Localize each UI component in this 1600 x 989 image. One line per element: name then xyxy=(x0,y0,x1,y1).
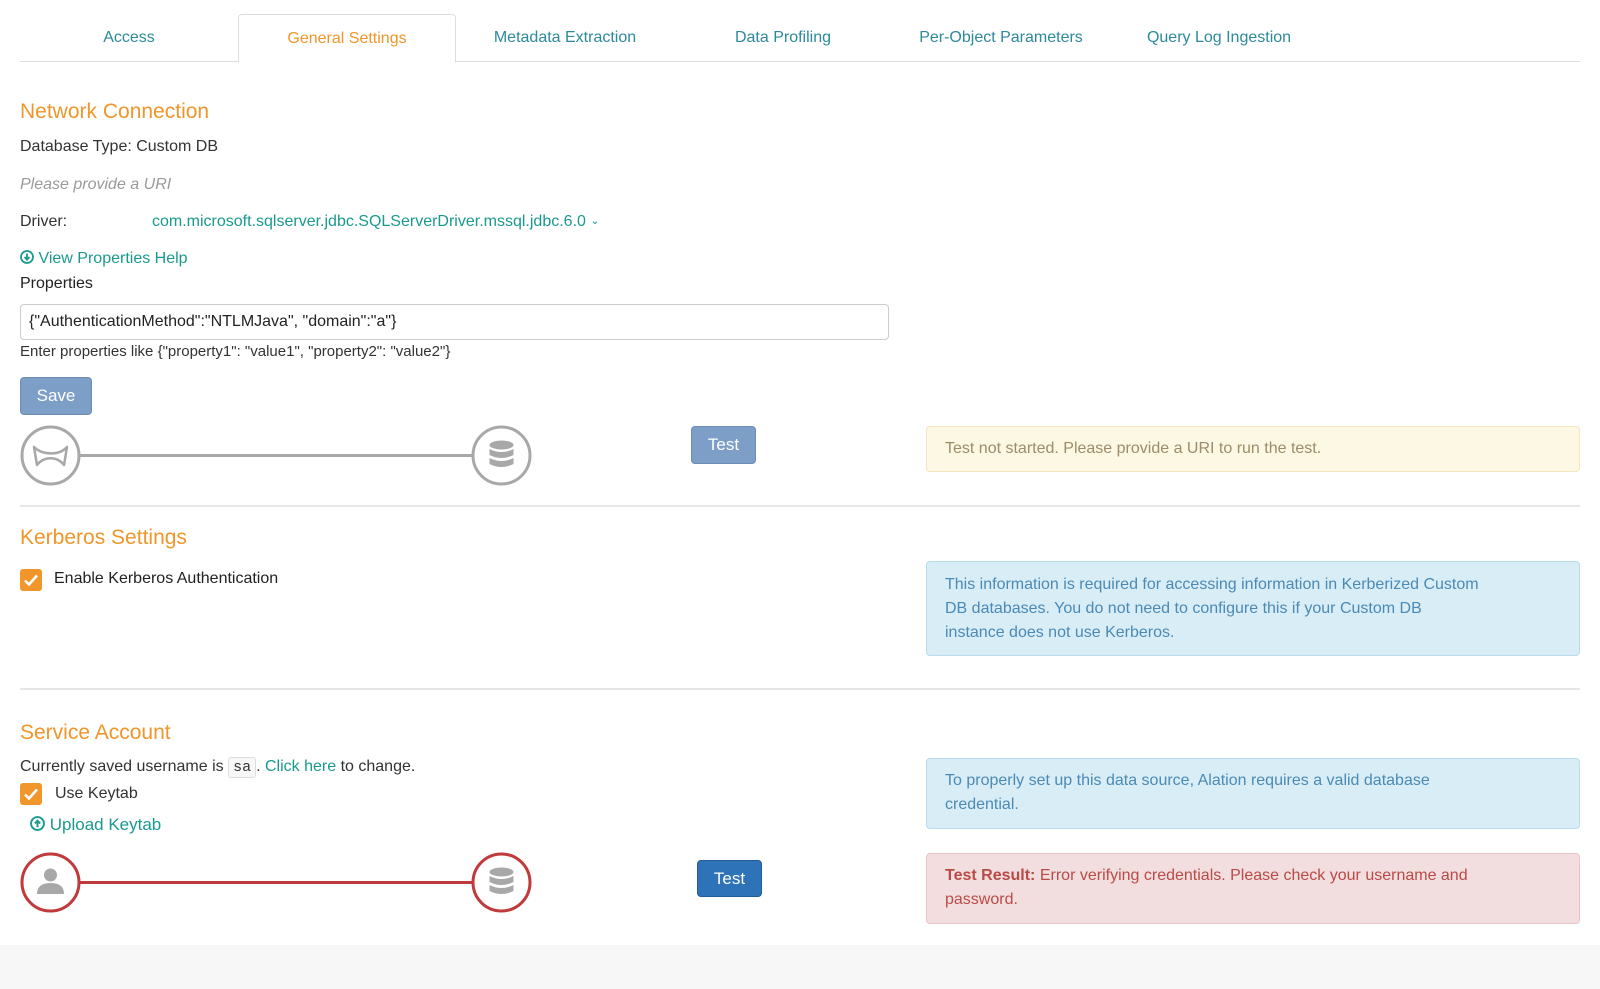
footer-area xyxy=(0,945,1600,989)
tab-per-object-parameters[interactable]: Per-Object Parameters xyxy=(892,14,1110,62)
credential-line xyxy=(78,881,474,884)
service-account-info-line-1: To properly set up this data source, Ala… xyxy=(945,772,1430,789)
tab-access[interactable]: Access xyxy=(20,14,238,62)
uri-placeholder-text: Please provide a URI xyxy=(20,176,172,193)
chevron-down-icon: ⌄ xyxy=(590,215,600,227)
tab-metadata-extraction[interactable]: Metadata Extraction xyxy=(456,14,674,62)
username-value: sa xyxy=(228,757,257,778)
enable-kerberos-label: Enable Kerberos Authentication xyxy=(54,570,279,587)
service-account-info-box: To properly set up this data source, Ala… xyxy=(926,758,1580,829)
network-test-button[interactable]: Test xyxy=(691,426,756,464)
kerberos-info-line-1: This information is required for accessi… xyxy=(945,576,1479,593)
database-type-text: Database Type: Custom DB xyxy=(20,138,219,155)
view-properties-help-label: View Properties Help xyxy=(38,250,188,267)
connection-line xyxy=(78,454,474,457)
properties-input[interactable] xyxy=(20,304,889,340)
download-circle-icon xyxy=(20,250,34,264)
user-icon xyxy=(20,852,81,913)
use-keytab-checkbox[interactable] xyxy=(20,783,42,805)
kerberos-settings-title: Kerberos Settings xyxy=(20,526,187,549)
test-result-box: Test Result: Error verifying credentials… xyxy=(926,853,1580,924)
tab-data-profiling[interactable]: Data Profiling xyxy=(674,14,892,62)
network-icon xyxy=(20,425,81,486)
saved-username-text: Currently saved username is sa. Click he… xyxy=(20,757,416,778)
upload-circle-icon xyxy=(30,816,45,831)
service-account-info-line-2: credential. xyxy=(945,796,1019,813)
test-result-message: Error verifying credentials. Please chec… xyxy=(1039,867,1468,884)
kerberos-info-line-2: DB databases. You do not need to configu… xyxy=(945,600,1422,617)
tab-bar: Access General Settings Metadata Extract… xyxy=(20,14,1580,63)
test-result-line-1: Test Result: Error verifying credentials… xyxy=(945,864,1561,888)
credential-test-button[interactable]: Test xyxy=(697,860,762,897)
network-test-status: Test not started. Please provide a URI t… xyxy=(926,426,1580,472)
network-connection-title: Network Connection xyxy=(20,100,210,123)
kerberos-info-box: This information is required for accessi… xyxy=(926,561,1580,656)
tab-query-log-ingestion[interactable]: Query Log Ingestion xyxy=(1110,14,1328,62)
driver-value: com.microsoft.sqlserver.jdbc.SQLServerDr… xyxy=(152,213,586,230)
database-icon xyxy=(471,425,532,486)
save-button[interactable]: Save xyxy=(20,377,92,415)
divider xyxy=(20,688,1580,690)
saved-username-prefix: Currently saved username is xyxy=(20,758,224,775)
divider xyxy=(20,505,1580,507)
test-result-label: Test Result: xyxy=(945,867,1036,884)
database-icon xyxy=(471,852,532,913)
properties-label: Properties xyxy=(20,275,93,292)
driver-select[interactable]: com.microsoft.sqlserver.jdbc.SQLServerDr… xyxy=(152,213,600,231)
driver-label: Driver: xyxy=(20,213,68,230)
checkmark-icon xyxy=(24,574,38,587)
test-result-line-2: password. xyxy=(945,891,1018,908)
enable-kerberos-checkbox[interactable] xyxy=(20,569,42,591)
checkmark-icon xyxy=(24,788,38,801)
click-here-link[interactable]: Click here xyxy=(265,758,336,775)
properties-hint: Enter properties like {"property1": "val… xyxy=(20,343,451,360)
view-properties-help-link[interactable]: View Properties Help xyxy=(20,250,188,268)
service-account-title: Service Account xyxy=(20,721,171,744)
use-keytab-label: Use Keytab xyxy=(55,785,138,802)
kerberos-info-line-3: instance does not use Kerberos. xyxy=(945,624,1175,641)
upload-keytab-link[interactable]: Upload Keytab xyxy=(30,815,161,835)
saved-username-suffix: to change. xyxy=(340,758,416,775)
tab-general-settings[interactable]: General Settings xyxy=(238,14,456,63)
upload-keytab-label: Upload Keytab xyxy=(49,815,162,834)
